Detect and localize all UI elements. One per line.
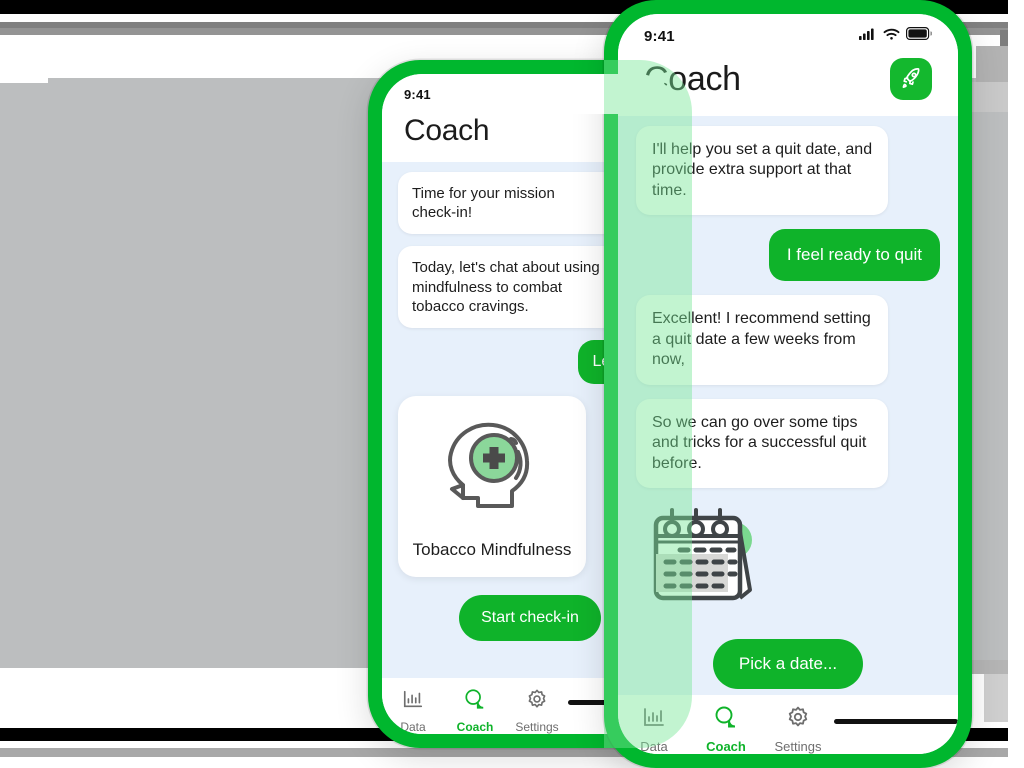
chat-bubble-coach: Time for your mission check-in!	[398, 172, 618, 235]
chat-bubble-coach: Today, let's chat about using mindfulnes…	[398, 246, 618, 328]
status-time: 9:41	[644, 27, 675, 45]
chat-bubble-user: I feel ready to quit	[768, 229, 940, 282]
start-checkin-button[interactable]: Start check-in	[459, 594, 601, 641]
tab-coach[interactable]: Coach	[690, 705, 762, 754]
chat-list-front: I'll help you set a quit date, and provi…	[618, 116, 958, 695]
phone-mockup-front: 9:41 Coach I'll help you set a quit date…	[604, 0, 972, 768]
chat-bubbles-icon	[713, 705, 739, 734]
calendar-illustration-wrap	[636, 502, 940, 619]
status-time: 9:41	[404, 86, 431, 102]
tab-data[interactable]: Data	[382, 688, 444, 734]
chat-bubble-coach: I'll help you set a quit date, and provi…	[636, 126, 889, 216]
tab-data-label: Data	[640, 739, 668, 754]
chat-bubble-coach: So we can go over some tips and tricks f…	[636, 398, 889, 488]
battery-icon	[906, 27, 933, 45]
tab-settings[interactable]: Settings	[762, 705, 834, 754]
tab-settings[interactable]: Settings	[506, 688, 568, 734]
tab-coach[interactable]: Coach	[444, 688, 506, 734]
tab-coach-label: Coach	[706, 739, 746, 754]
mindfulness-card[interactable]: Tobacco Mindfulness	[398, 396, 586, 577]
tab-bar-front: Data Coach Settings	[618, 695, 958, 754]
wifi-icon	[883, 27, 900, 45]
page-title: Coach	[404, 114, 490, 147]
mindfulness-card-title: Tobacco Mindfulness	[412, 540, 572, 560]
tab-settings-label: Settings	[774, 739, 822, 754]
bar-chart-icon	[402, 688, 424, 715]
chat-bubbles-icon	[463, 688, 487, 715]
rocket-button[interactable]	[890, 58, 932, 100]
pick-a-date-button[interactable]: Pick a date...	[712, 638, 864, 689]
cta-row-front: Pick a date...	[636, 633, 940, 695]
chat-bubble-coach: Excellent! I recommend setting a quit da…	[636, 295, 889, 385]
bar-chart-icon	[642, 705, 666, 734]
background-right-white-margin	[1008, 0, 1024, 768]
phone-screen-front: 9:41 Coach I'll help you set a quit date…	[618, 14, 958, 754]
rocket-icon	[899, 66, 923, 93]
tab-settings-label: Settings	[515, 720, 559, 734]
gear-icon	[526, 688, 548, 715]
calendar-illustration	[644, 502, 768, 619]
tab-data[interactable]: Data	[618, 705, 690, 754]
head-mindfulness-icon	[432, 423, 552, 530]
status-bar-back: 9:41	[382, 74, 678, 114]
status-icons	[859, 27, 933, 45]
signal-icon	[859, 27, 877, 45]
tab-coach-label: Coach	[456, 720, 494, 734]
tab-data-label: Data	[400, 720, 426, 734]
gear-icon	[786, 705, 810, 734]
home-indicator-front	[834, 719, 958, 724]
screenshot-stage: 9:41 Coach Time for your mission check-i…	[0, 0, 1024, 768]
status-bar-front: 9:41	[618, 14, 958, 58]
